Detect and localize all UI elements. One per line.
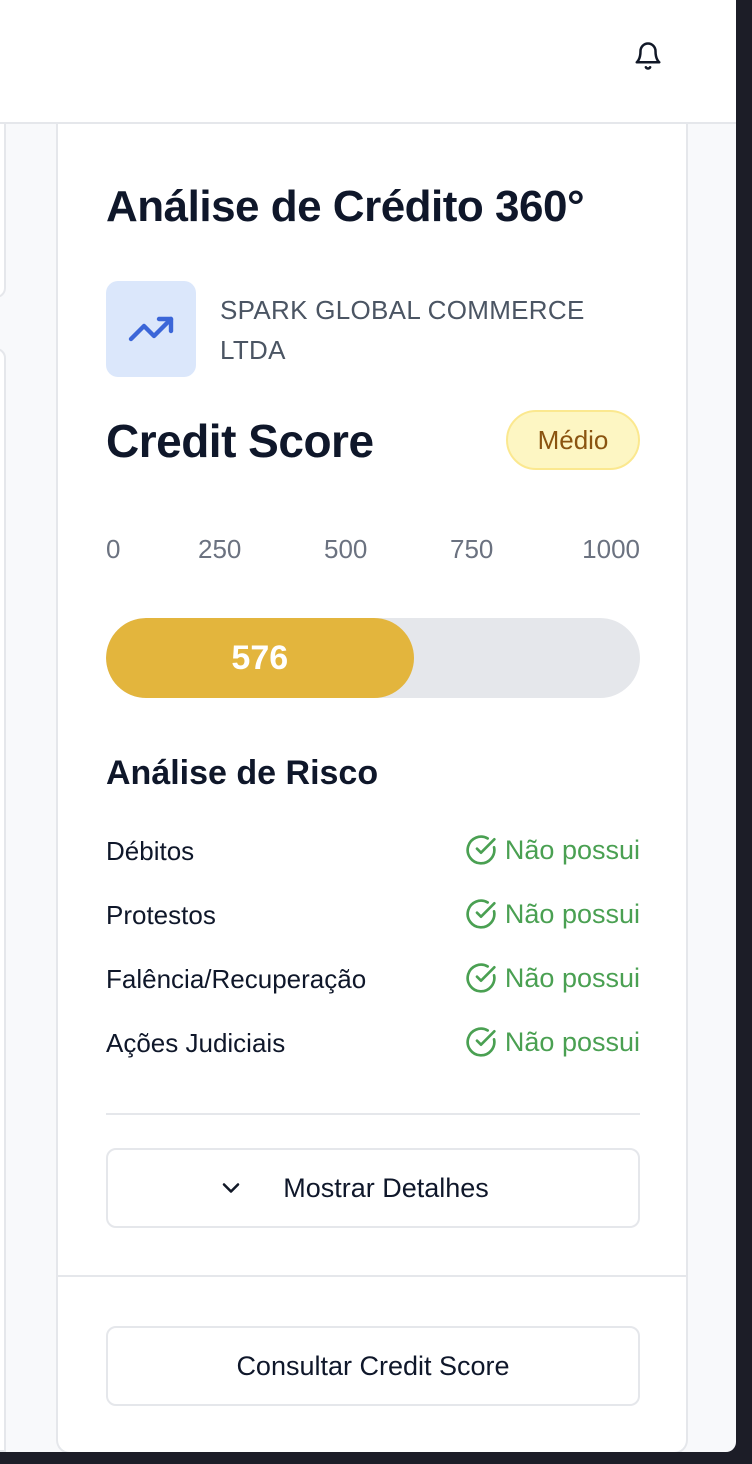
check-circle-icon (465, 1026, 497, 1058)
risk-status-text: Não possui (504, 962, 640, 993)
risk-item-label: Ações Judiciais (106, 1028, 286, 1058)
side-panel-edge (0, 124, 6, 298)
risk-status-text: Não possui (504, 834, 640, 865)
score-progress-fill: 576 (106, 618, 414, 698)
risk-item-label: Falência/Recuperação (106, 964, 367, 994)
scale-label: 250 (198, 534, 242, 564)
risk-item: Débitos Não possui (106, 830, 640, 894)
risk-item-status: Não possui (465, 834, 640, 866)
consult-credit-score-label: Consultar Credit Score (236, 1350, 510, 1381)
score-level-badge: Médio (506, 410, 640, 470)
app-frame: Análise de Crédito 360° SPARK GLOBAL COM… (0, 0, 736, 1452)
scale-label: 750 (450, 534, 494, 564)
score-scale: 0 250 500 750 1000 (106, 534, 640, 570)
show-details-label: Mostrar Detalhes (283, 1172, 489, 1203)
top-bar (0, 0, 736, 124)
risk-item-status: Não possui (465, 1026, 640, 1058)
check-circle-icon (465, 962, 497, 994)
risk-item: Ações Judiciais Não possui (106, 1022, 640, 1086)
risk-item-label: Protestos (106, 900, 216, 930)
section-divider (106, 1113, 640, 1115)
risk-status-text: Não possui (504, 1026, 640, 1057)
footer-divider (58, 1275, 686, 1277)
risk-status-text: Não possui (504, 898, 640, 929)
side-panel-edge (0, 348, 6, 1452)
scale-label: 0 (106, 534, 121, 564)
scale-label: 1000 (582, 534, 640, 564)
bell-icon[interactable] (630, 38, 666, 74)
risk-item-label: Débitos (106, 836, 195, 866)
score-progress-bar: 576 (106, 618, 640, 698)
score-value: 576 (231, 638, 289, 677)
credit-score-title: Credit Score (106, 415, 374, 467)
risk-list: Débitos Não possui Protestos Não possui (106, 830, 640, 1086)
company-name: SPARK GLOBAL COMMERCE LTDA (220, 295, 585, 365)
check-circle-icon (465, 834, 497, 866)
risk-item: Falência/Recuperação Não possui (106, 958, 640, 1022)
scale-label: 500 (324, 534, 368, 564)
show-details-button[interactable]: Mostrar Detalhes (106, 1148, 640, 1228)
credit-analysis-card: Análise de Crédito 360° SPARK GLOBAL COM… (56, 124, 688, 1452)
risk-analysis-title: Análise de Risco (106, 754, 379, 792)
check-circle-icon (465, 898, 497, 930)
risk-item-status: Não possui (465, 962, 640, 994)
risk-item: Protestos Não possui (106, 894, 640, 958)
chevron-down-icon (217, 1174, 245, 1202)
trending-up-icon (106, 281, 196, 377)
risk-item-status: Não possui (465, 898, 640, 930)
consult-credit-score-button[interactable]: Consultar Credit Score (106, 1326, 640, 1406)
card-title: Análise de Crédito 360° (106, 182, 585, 231)
